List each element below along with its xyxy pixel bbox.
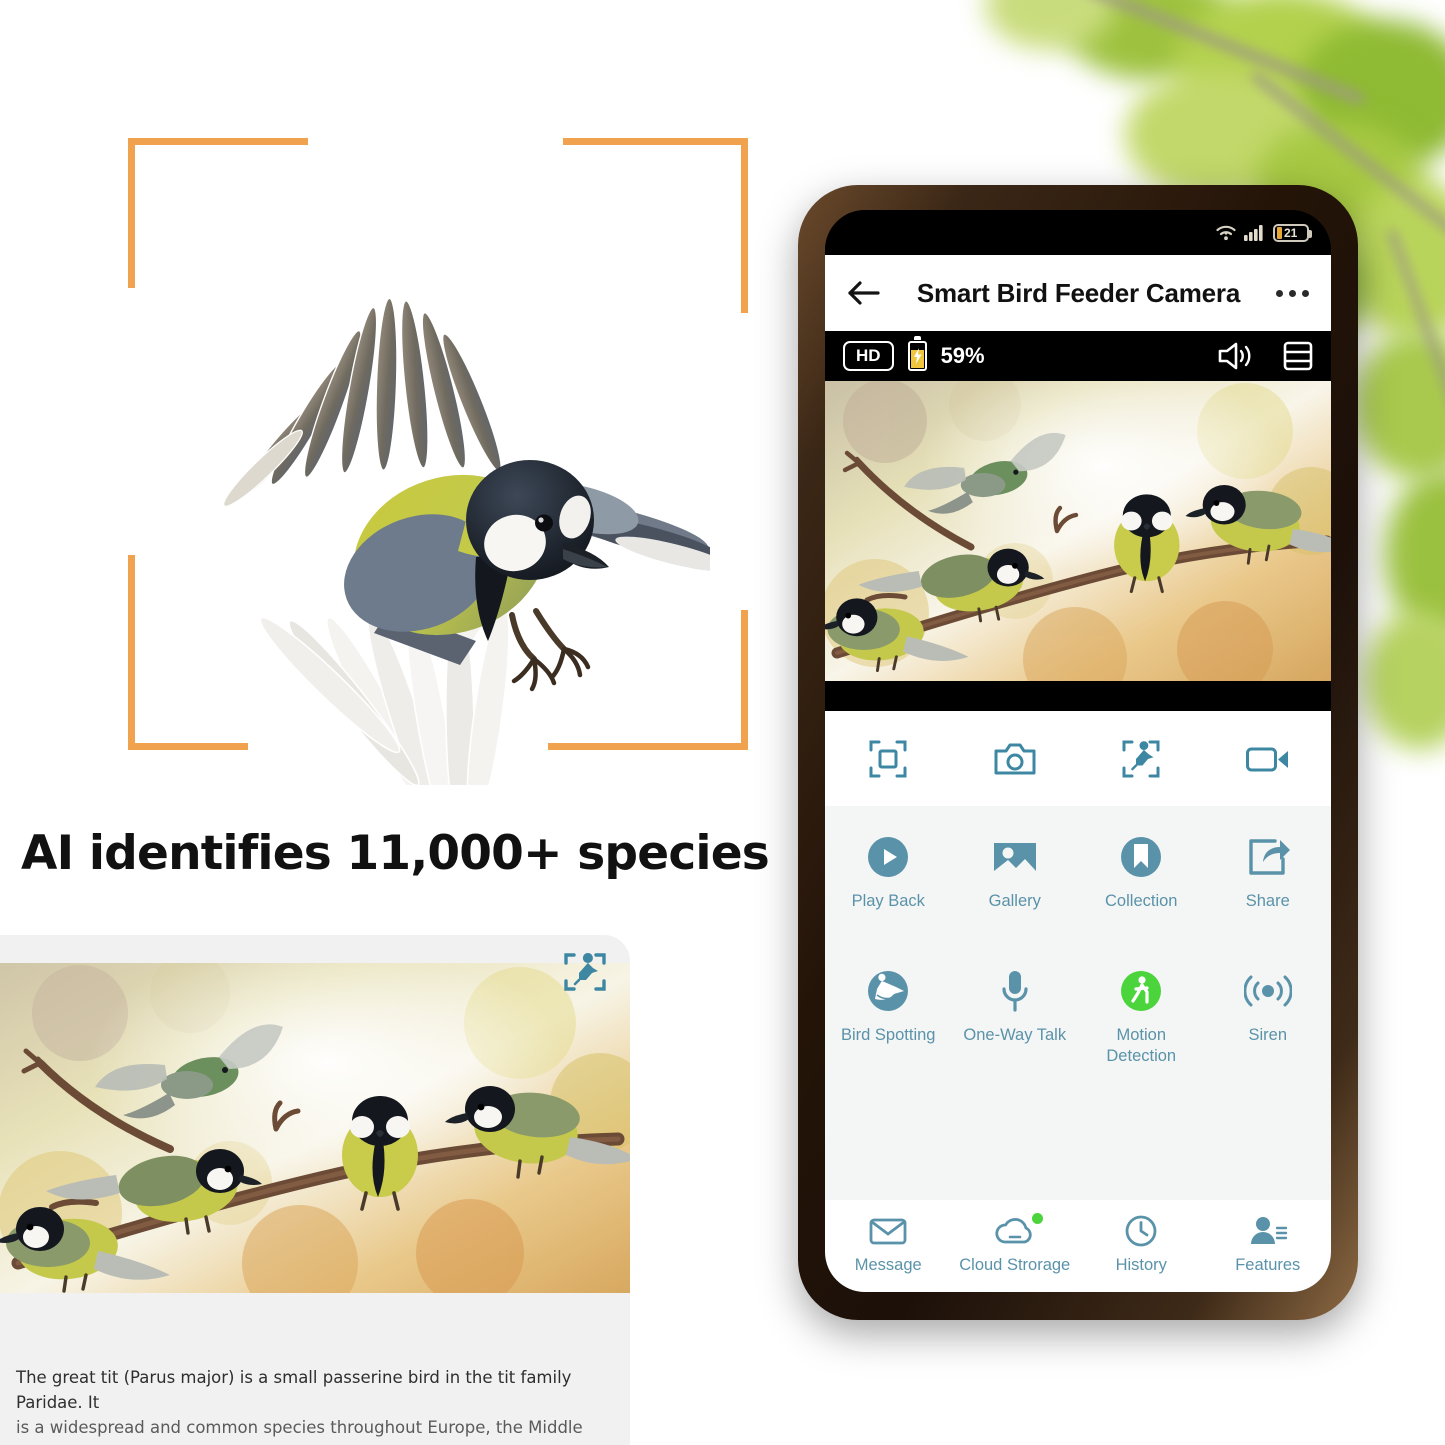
feature-motion-detection[interactable]: Motion Detection xyxy=(1078,950,1205,1075)
feature-label: Share xyxy=(1245,892,1290,910)
bird-scan-icon[interactable] xyxy=(562,949,608,995)
feature-share[interactable]: Share xyxy=(1205,816,1332,920)
video-camera-icon[interactable] xyxy=(1205,742,1332,776)
species-photo xyxy=(0,963,630,1293)
microphone-icon xyxy=(998,966,1032,1016)
fullscreen-frame-icon[interactable] xyxy=(825,739,952,779)
page-title: Smart Bird Feeder Camera xyxy=(916,277,1241,308)
cellular-signal-icon xyxy=(1244,224,1266,241)
feature-label: Siren xyxy=(1248,1026,1288,1044)
feature-label-line2: Detection xyxy=(1106,1047,1177,1065)
bird-circle-icon xyxy=(865,966,911,1016)
cloud-icon xyxy=(994,1212,1043,1248)
feature-label: Bird Spotting xyxy=(841,1026,936,1044)
camera-icon[interactable] xyxy=(952,740,1079,778)
clock-icon xyxy=(1124,1214,1158,1248)
speaker-icon[interactable] xyxy=(1217,340,1253,372)
battery-level: 21 xyxy=(1284,225,1298,240)
features-row-2: Bird Spotting One-Way Talk Motion Detect… xyxy=(825,920,1331,1075)
feature-play-back[interactable]: Play Back xyxy=(825,816,952,920)
envelope-icon xyxy=(869,1214,907,1248)
tab-label: History xyxy=(1115,1255,1167,1274)
live-video-feed[interactable] xyxy=(825,381,1331,681)
siren-broadcast-icon xyxy=(1243,966,1292,1016)
feature-label-line1: Motion xyxy=(1116,1026,1167,1044)
hero-bird-image xyxy=(120,255,710,785)
feature-label: Collection xyxy=(1105,892,1178,910)
play-circle-icon xyxy=(865,832,911,882)
tab-history[interactable]: History xyxy=(1078,1214,1205,1275)
tab-cloud-storage[interactable]: Cloud Strorage xyxy=(952,1212,1079,1275)
hero-section: AI identifies 11,000+ species xyxy=(0,0,800,930)
tab-label: Features xyxy=(1235,1255,1301,1274)
layout-split-icon[interactable] xyxy=(1283,340,1313,372)
share-icon xyxy=(1245,832,1291,882)
tab-label: Cloud Strorage xyxy=(959,1255,1071,1274)
notification-dot xyxy=(1031,1212,1043,1224)
feature-collection[interactable]: Collection xyxy=(1078,816,1205,920)
tab-label: Message xyxy=(854,1255,922,1274)
battery-percent: 59% xyxy=(940,343,985,368)
description-line-1: The great tit (Parus major) is a small p… xyxy=(16,1368,572,1412)
feature-label: Play Back xyxy=(851,892,925,910)
video-control-bar: HD 59% xyxy=(825,331,1331,381)
quality-badge[interactable]: HD xyxy=(843,341,894,371)
battery-icon: 21 xyxy=(1273,223,1312,242)
feed-letterbox xyxy=(825,681,1331,711)
tab-message[interactable]: Message xyxy=(825,1214,952,1275)
bookmark-circle-icon xyxy=(1118,832,1164,882)
more-options-icon[interactable] xyxy=(1276,289,1309,297)
feature-label: One-Way Talk xyxy=(963,1026,1067,1044)
bird-scan-icon[interactable] xyxy=(1078,739,1205,779)
back-arrow-icon[interactable] xyxy=(847,278,881,308)
phone-screen: 21 Smart Bird Feeder Camera HD 59% Play … xyxy=(825,210,1331,1292)
description-line-2: is a widespread and common species throu… xyxy=(16,1418,583,1445)
bottom-tab-bar: Message Cloud Strorage History Features xyxy=(825,1200,1331,1292)
features-panel: Play Back Gallery Collection Share Bird … xyxy=(825,806,1331,1200)
promo-headline: AI identifies 11,000+ species xyxy=(21,826,770,881)
motion-walk-icon xyxy=(1118,966,1164,1016)
feature-bird-spotting[interactable]: Bird Spotting xyxy=(825,950,952,1075)
person-list-icon xyxy=(1248,1214,1288,1248)
status-bar: 21 xyxy=(825,210,1331,255)
phone-mockup: 21 Smart Bird Feeder Camera HD 59% Play … xyxy=(798,185,1358,1320)
wifi-icon xyxy=(1215,224,1237,241)
app-header: Smart Bird Feeder Camera xyxy=(825,255,1331,331)
feature-gallery[interactable]: Gallery xyxy=(952,816,1079,920)
species-description: The great tit (Parus major) is a small p… xyxy=(16,1365,616,1445)
feature-label: Gallery xyxy=(988,892,1041,910)
quick-actions-row xyxy=(825,711,1331,806)
features-row-1: Play Back Gallery Collection Share xyxy=(825,816,1331,920)
feature-one-way-talk[interactable]: One-Way Talk xyxy=(952,950,1079,1075)
tab-features[interactable]: Features xyxy=(1205,1214,1332,1275)
gallery-icon xyxy=(991,832,1039,882)
feature-siren[interactable]: Siren xyxy=(1205,950,1332,1075)
charging-battery-icon xyxy=(907,336,927,371)
